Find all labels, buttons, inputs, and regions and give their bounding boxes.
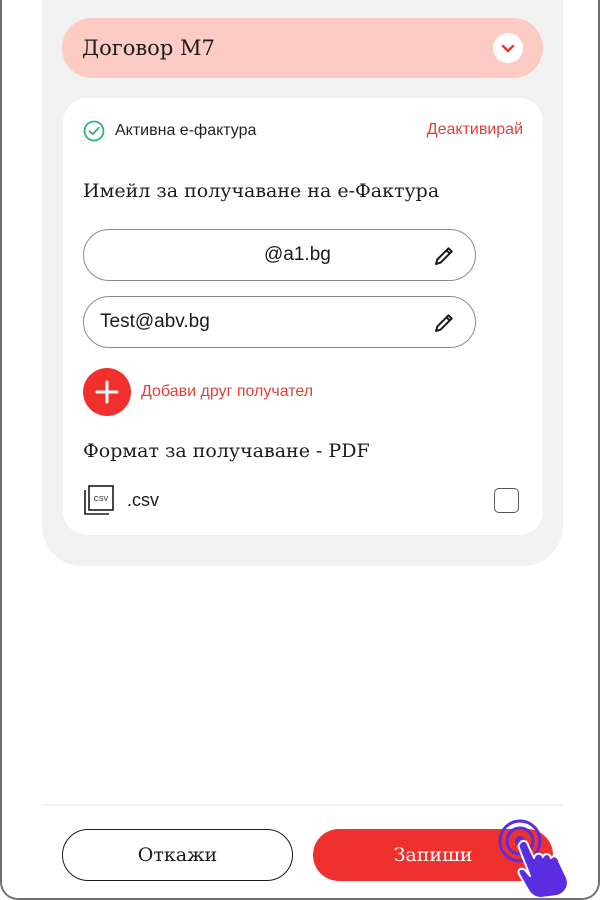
email-value: Test@abv.bg: [100, 311, 210, 332]
chevron-down-icon: [501, 44, 515, 53]
csv-icon-text: CSV: [94, 496, 109, 503]
csv-file-icon: CSV: [84, 485, 114, 515]
cancel-button[interactable]: Откажи: [62, 829, 293, 881]
plus-button[interactable]: [83, 368, 131, 416]
csv-checkbox[interactable]: [494, 488, 519, 513]
collapse-button[interactable]: [493, 33, 523, 63]
email-heading: Имейл за получаване на е-Фактура: [83, 180, 440, 202]
contract-accordion-header[interactable]: Договор М7: [62, 18, 543, 78]
pencil-icon[interactable]: [431, 243, 457, 269]
add-recipient-label: Добави друг получател: [141, 383, 314, 400]
einvoice-status: Активна е-фактура: [83, 120, 256, 142]
status-label: Активна е-фактура: [115, 122, 257, 139]
divider: [42, 804, 563, 806]
email-value: @a1.bg: [264, 244, 331, 265]
add-recipient-button[interactable]: Добави друг получател: [83, 368, 313, 416]
email-field-1[interactable]: @a1.bg: [83, 229, 476, 281]
plus-icon: [95, 380, 119, 404]
format-heading: Формат за получаване - PDF: [83, 440, 370, 462]
tap-hand-icon: [498, 819, 569, 898]
deactivate-link[interactable]: Деактивирай: [427, 121, 523, 139]
format-option[interactable]: CSV .csv: [83, 484, 159, 516]
check-circle-icon: [83, 120, 105, 142]
app-frame: Договор М7 Активна е-фактура Деактивирай…: [0, 0, 600, 900]
einvoice-card: Активна е-фактура Деактивирай Имейл за п…: [63, 98, 543, 535]
format-option-label: .csv: [127, 489, 160, 510]
email-field-2[interactable]: Test@abv.bg: [83, 296, 476, 348]
contract-title: Договор М7: [82, 36, 215, 60]
pencil-icon[interactable]: [431, 310, 457, 336]
